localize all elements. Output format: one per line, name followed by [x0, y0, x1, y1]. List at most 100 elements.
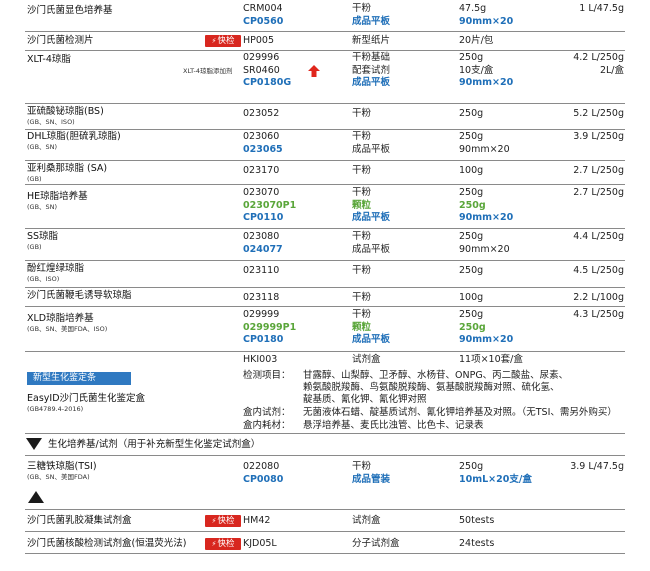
product-price: 5.2 L/250g	[573, 108, 624, 119]
product-name: 酚红煌绿琼脂	[27, 263, 85, 274]
kit-type: 试剂盒	[352, 354, 381, 365]
product-type: 干粉	[352, 131, 372, 142]
tsi-code: CP0080	[243, 473, 284, 485]
tsi-type: 干粉	[352, 461, 372, 472]
product-name: 亚硫酸铋琼脂(BS)	[27, 106, 104, 117]
product-standard: (GB、SN)	[27, 143, 58, 151]
product-name: DHL琼脂(胆硫乳琼脂)	[27, 131, 121, 142]
product-code: 024077	[243, 243, 283, 255]
product-price: 4.3 L/250g	[573, 309, 624, 320]
product-price: 4.5 L/250g	[573, 265, 624, 276]
product-code: 023065	[243, 143, 283, 155]
product-spec: 250g	[459, 309, 484, 320]
product-spec: 250g	[459, 265, 484, 276]
tsi-name: 三糖铁琼脂(TSI)	[27, 461, 97, 472]
product-price: 4.2 L/250g	[573, 52, 624, 63]
product-code: 023110	[243, 265, 280, 276]
product-spec: 90mm×20	[459, 212, 514, 223]
kit-name: EasyID沙门氏菌生化鉴定盒	[27, 393, 146, 404]
consumable-label: 盒内耗材：	[243, 420, 291, 431]
product-name: 亚利桑那琼脂 (SA)	[27, 163, 108, 174]
product-spec: 10支/盒	[459, 64, 494, 76]
product-type: 成品平板	[352, 243, 391, 255]
row-divider	[25, 433, 625, 434]
product-spec: 250g	[459, 199, 486, 211]
items-label: 检测项目：	[243, 370, 291, 381]
product-standard: (GB)	[27, 243, 42, 251]
product-price: 2L/盒	[599, 64, 624, 76]
row-divider	[25, 228, 625, 229]
row-divider	[25, 553, 625, 554]
product-code: 029999	[243, 309, 280, 320]
product-type: 干粉	[352, 309, 372, 320]
product-spec: 250g	[459, 187, 484, 198]
product-price: 2.7 L/250g	[573, 187, 624, 198]
tsi-spec: 10mL×20支/盒	[459, 473, 532, 485]
triangle-down-icon	[25, 437, 43, 454]
product-type: 成品平板	[352, 334, 391, 345]
new-biochem-tag: 新型生化鉴定条	[27, 372, 131, 385]
product-spec: 90mm×20	[459, 77, 514, 88]
lightning-icon: ⚡	[211, 540, 217, 548]
product-standard: (GB)	[27, 175, 42, 183]
row-divider	[25, 129, 625, 130]
product-type: 配套试剂	[352, 64, 391, 76]
row-divider	[25, 260, 625, 261]
product-code: 023080	[243, 231, 280, 242]
rapid-kit-name: 沙门氏菌乳胶凝集试剂盒	[27, 515, 132, 526]
product-spec: 90mm×20	[459, 15, 514, 27]
triangle-up-icon	[27, 490, 45, 507]
supplement-label: XLT-4琼脂添加剂	[183, 66, 233, 75]
kit-code: HKI003	[243, 354, 278, 365]
tsi-spec: 250g	[459, 461, 484, 472]
product-code: 023060	[243, 131, 280, 142]
tsi-standard: (GB、SN、美国FDA)	[27, 473, 90, 481]
row-divider	[25, 160, 625, 161]
product-code: 029996	[243, 52, 280, 63]
row-divider	[25, 103, 625, 104]
product-spec: 90mm×20	[459, 143, 510, 155]
product-standard: (GB、ISO)	[27, 275, 60, 283]
rapid-kit-spec: 24tests	[459, 538, 495, 549]
reagent-text: 无菌液体石蜡、靛基质试剂、氰化钾培养基及对照。（无TSI、需另外购买）	[303, 407, 617, 418]
product-spec: 250g	[459, 131, 484, 142]
product-price: 2.2 L/100g	[573, 292, 624, 303]
product-code: SR0460	[243, 64, 280, 76]
section-title: 生化培养基/试剂（用于补充新型生化鉴定试剂盒）	[48, 439, 261, 450]
product-type: 干粉	[352, 3, 372, 14]
product-type: 干粉	[352, 165, 372, 176]
product-name: 沙门氏菌检测片	[27, 35, 94, 46]
product-type: 成品平板	[352, 15, 391, 27]
kit-spec: 11项×10套/盒	[459, 354, 523, 365]
items-line-3: 靛基质、氰化钾、氰化钾对照	[303, 394, 427, 405]
lightning-icon: ⚡	[211, 517, 217, 525]
product-price: 2.7 L/250g	[573, 165, 624, 176]
rapid-kit-type: 分子试剂盒	[352, 538, 400, 549]
consumable-text: 悬浮培养基、麦氏比浊管、比色卡、记录表	[303, 420, 484, 431]
product-code: CP0110	[243, 212, 284, 223]
product-code: 029999P1	[243, 321, 297, 333]
product-code: 023070	[243, 187, 280, 198]
product-type: 干粉基础	[352, 52, 391, 63]
product-spec: 47.5g	[459, 3, 487, 14]
product-type: 新型纸片	[352, 35, 391, 46]
rapid-kit-type: 试剂盒	[352, 515, 381, 526]
product-name: XLD琼脂培养基	[27, 313, 94, 324]
row-divider	[25, 306, 625, 307]
product-spec: 250g	[459, 108, 484, 119]
product-code: CP0180G	[243, 77, 292, 88]
product-spec: 250g	[459, 231, 484, 242]
product-code: 023170	[243, 165, 280, 176]
rapid-test-badge: ⚡快检	[205, 35, 241, 47]
product-code: 023070P1	[243, 199, 297, 211]
product-spec: 20片/包	[459, 35, 494, 46]
product-spec: 100g	[459, 165, 484, 176]
product-code: CRM004	[243, 3, 283, 14]
product-price: 4.4 L/250g	[573, 231, 624, 242]
product-spec: 90mm×20	[459, 334, 514, 345]
row-divider	[25, 531, 625, 532]
rapid-kit-spec: 50tests	[459, 515, 495, 526]
product-type: 干粉	[352, 187, 372, 198]
product-code: 023052	[243, 108, 280, 119]
row-divider	[25, 287, 625, 288]
